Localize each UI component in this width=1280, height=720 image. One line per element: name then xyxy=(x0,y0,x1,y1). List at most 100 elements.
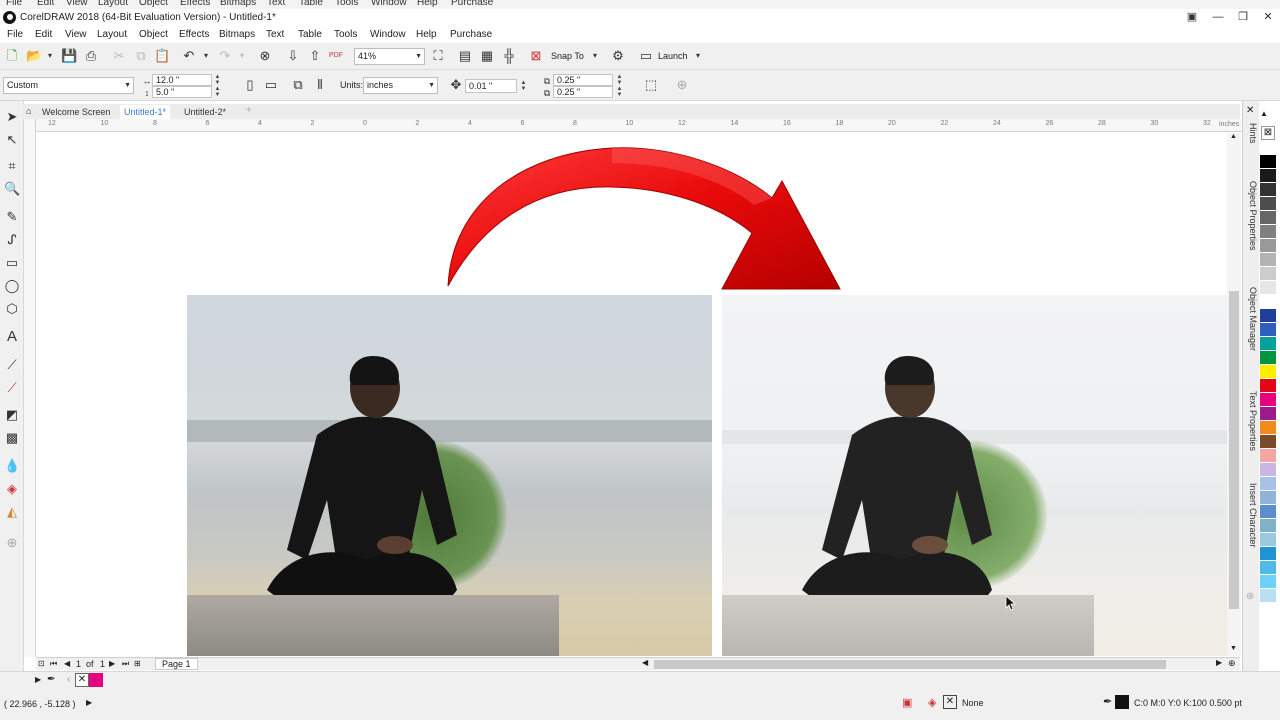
expand-arrow-icon[interactable]: ▶ xyxy=(35,675,41,684)
restore-panel-icon[interactable]: ▣ xyxy=(1180,9,1204,25)
color-swatch[interactable] xyxy=(1260,323,1276,337)
search-content-icon[interactable]: ⊗ xyxy=(257,48,273,64)
home-icon[interactable]: ⌂ xyxy=(26,106,31,116)
artistic-media-tool-icon[interactable]: ᔑ xyxy=(4,232,20,248)
freehand-tool-icon[interactable]: ✎ xyxy=(4,209,20,225)
color-swatch[interactable] xyxy=(1260,281,1276,295)
color-swatch[interactable] xyxy=(1260,393,1276,407)
color-swatch[interactable] xyxy=(1260,211,1276,225)
first-page-icon[interactable]: ⏮ xyxy=(50,659,57,669)
color-swatch[interactable] xyxy=(1260,575,1276,589)
no-color-swatch-icon[interactable]: ⊠ xyxy=(1261,126,1275,140)
edited-photo[interactable] xyxy=(722,295,1227,656)
redo-icon[interactable]: ↷ xyxy=(217,48,233,64)
vertical-scrollbar[interactable]: ▲ ▼ xyxy=(1227,133,1241,656)
export-icon[interactable]: ⇧ xyxy=(307,48,323,64)
vertical-ruler[interactable] xyxy=(24,119,36,657)
duplicate-x-input[interactable]: 0.25 " xyxy=(553,74,613,86)
rectangle-tool-icon[interactable]: ▭ xyxy=(4,255,20,271)
menu-layout[interactable]: Layout xyxy=(97,29,127,40)
menu-window[interactable]: Window xyxy=(370,29,406,40)
redo-dropdown-icon[interactable]: ▾ xyxy=(234,48,250,64)
color-swatch[interactable] xyxy=(1260,169,1276,183)
current-page-icon[interactable]: ⫴ xyxy=(312,77,328,93)
color-swatch[interactable] xyxy=(1260,309,1276,323)
zoom-level-combo[interactable]: 41% ▼ xyxy=(354,48,425,65)
status-expand-icon[interactable]: ▶ xyxy=(86,698,92,707)
add-tool-icon[interactable]: ⊕ xyxy=(4,535,20,551)
last-page-icon[interactable]: ⏭ xyxy=(122,659,129,669)
color-swatch[interactable] xyxy=(1260,239,1276,253)
outline-pen-icon[interactable]: ✒ xyxy=(1103,695,1112,708)
tab-welcome-screen[interactable]: Welcome Screen xyxy=(38,105,114,119)
zoom-navigator-icon[interactable]: ⊕ xyxy=(1228,658,1236,669)
scroll-right-icon[interactable]: ▶ xyxy=(1216,658,1222,667)
portrait-icon[interactable]: ▯ xyxy=(242,77,258,93)
color-swatch[interactable] xyxy=(1260,295,1276,309)
nudge-distance-input[interactable]: 0.01 " xyxy=(465,79,517,93)
color-swatch[interactable] xyxy=(1260,225,1276,239)
close-docker-icon[interactable]: ✕ xyxy=(1246,105,1254,116)
text-tool-icon[interactable]: A xyxy=(4,329,20,345)
color-swatch[interactable] xyxy=(1260,533,1276,547)
crop-tool-icon[interactable]: ⌗ xyxy=(4,158,20,174)
scroll-down-icon[interactable]: ▼ xyxy=(1230,645,1237,652)
zoom-tool-icon[interactable]: 🔍 xyxy=(4,181,20,197)
duplicate-y-input[interactable]: 0.25 " xyxy=(553,86,613,98)
new-document-icon[interactable]: 🗋 xyxy=(4,48,20,64)
minimize-button[interactable]: — xyxy=(1206,9,1230,25)
menu-text[interactable]: Text xyxy=(266,29,284,40)
open-folder-icon[interactable]: 📂 xyxy=(26,48,42,64)
tab-untitled-2[interactable]: Untitled-2* xyxy=(180,105,230,119)
units-combo[interactable]: inches ▼ xyxy=(363,77,438,94)
full-screen-preview-icon[interactable]: ⛶ xyxy=(430,48,446,64)
print-icon[interactable]: ⎙ xyxy=(83,48,99,64)
color-eyedropper-tool-icon[interactable]: 💧 xyxy=(4,458,20,474)
page-size-combo[interactable]: Custom ▼ xyxy=(3,77,134,94)
undo-dropdown-icon[interactable]: ▾ xyxy=(198,48,214,64)
add-docker-icon[interactable]: ⊕ xyxy=(1246,591,1254,602)
color-swatch[interactable] xyxy=(1260,449,1276,463)
color-swatch[interactable] xyxy=(1260,589,1276,603)
dup-y-spinner-icon[interactable]: ▲ ▼ xyxy=(615,86,624,98)
menu-bitmaps[interactable]: Bitmaps xyxy=(219,29,255,40)
color-swatch[interactable] xyxy=(1260,505,1276,519)
color-palette[interactable] xyxy=(1260,155,1276,655)
palette-scroll-up-icon[interactable]: ▲ xyxy=(1260,109,1268,118)
page-width-input[interactable]: 12.0 " xyxy=(152,74,212,86)
menu-view[interactable]: View xyxy=(65,29,87,40)
menu-edit[interactable]: Edit xyxy=(35,29,52,40)
scroll-up-icon[interactable]: ▲ xyxy=(1230,133,1237,140)
add-toolbar-item-icon[interactable]: ⊕ xyxy=(674,77,690,93)
magenta-swatch[interactable] xyxy=(89,673,103,687)
smart-fill-tool-icon[interactable]: ◭ xyxy=(4,504,20,520)
page-options-icon[interactable]: ⊡ xyxy=(38,659,45,668)
drop-shadow-tool-icon[interactable]: ◩ xyxy=(4,407,20,423)
page-tab-1[interactable]: Page 1 xyxy=(155,658,198,670)
menu-file[interactable]: File xyxy=(7,29,23,40)
next-page-icon[interactable]: ▶ xyxy=(109,659,115,668)
undo-icon[interactable]: ↶ xyxy=(181,48,197,64)
vertical-scroll-thumb[interactable] xyxy=(1229,291,1239,609)
menu-table[interactable]: Table xyxy=(298,29,322,40)
show-grid-icon[interactable]: ▦ xyxy=(479,48,495,64)
copy-icon[interactable]: ⧉ xyxy=(133,48,149,64)
import-icon[interactable]: ⇩ xyxy=(285,48,301,64)
color-swatch[interactable] xyxy=(1260,407,1276,421)
show-rulers-icon[interactable]: ▤ xyxy=(457,48,473,64)
transparency-tool-icon[interactable]: ▩ xyxy=(4,430,20,446)
drawing-canvas[interactable] xyxy=(37,133,1227,656)
scroll-left-icon[interactable]: ◀ xyxy=(642,658,648,667)
color-swatch[interactable] xyxy=(1260,477,1276,491)
docker-tab-object-properties[interactable]: Object Properties xyxy=(1245,181,1258,251)
open-dropdown-icon[interactable]: ▾ xyxy=(42,48,58,64)
fill-icon[interactable]: ◈ xyxy=(928,696,936,709)
menu-tools[interactable]: Tools xyxy=(334,29,357,40)
show-guidelines-icon[interactable]: ╬ xyxy=(501,48,517,64)
no-fill-swatch-icon[interactable]: ✕ xyxy=(75,673,89,687)
add-page-icon[interactable]: ⊞ xyxy=(134,659,141,668)
paste-icon[interactable]: 📋 xyxy=(154,48,170,64)
color-swatch[interactable] xyxy=(1260,267,1276,281)
interactive-fill-tool-icon[interactable]: ◈ xyxy=(4,481,20,497)
pick-tool-icon[interactable]: ➤ xyxy=(4,109,20,125)
